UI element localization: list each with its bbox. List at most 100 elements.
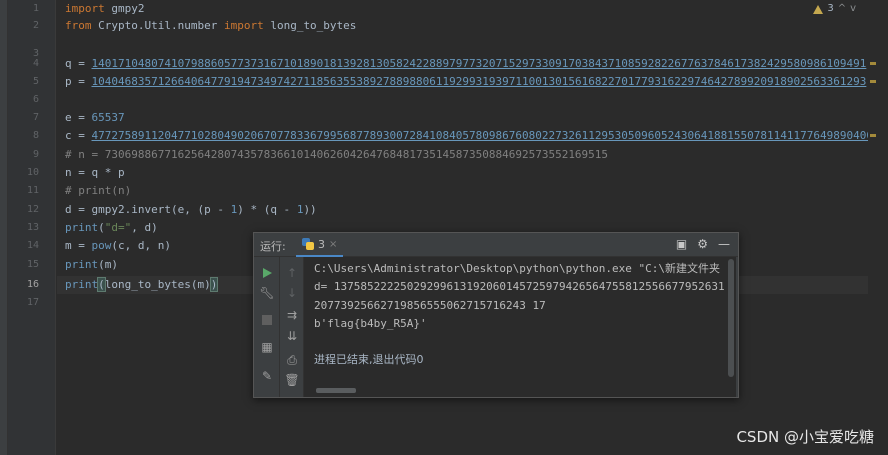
matched-bracket: ) xyxy=(209,277,219,292)
warning-icon xyxy=(813,4,824,14)
code-line-12: d = gmpy2.invert(e, (p - 1) * (q - 1)) xyxy=(65,201,317,219)
code-line-15: print(m) xyxy=(65,256,118,274)
code-line-10: n = q * p xyxy=(65,166,125,179)
editor-scrollbar[interactable] xyxy=(868,0,878,455)
pin-icon[interactable]: ✎ xyxy=(259,368,275,384)
code-text: (m) xyxy=(98,258,118,271)
rerun-button[interactable] xyxy=(259,265,275,281)
wrench-icon[interactable]: 🔧︎ xyxy=(259,285,275,301)
close-icon[interactable]: × xyxy=(329,239,337,250)
code-line-9: # n = 7306988677162564280743578366101406… xyxy=(65,148,609,161)
trash-icon[interactable]: 🗑︎ xyxy=(284,372,300,388)
code-line-13: print("d=", d) xyxy=(65,219,158,237)
string-literal: "d=" xyxy=(104,221,132,234)
line-number-gutter: 1 2 3 4 5 6 7 8 9 10 11 12 13 14 15 16 1… xyxy=(8,0,56,455)
code-text: ) * (q - xyxy=(237,203,297,216)
line-number: 7 xyxy=(32,112,39,123)
stop-button[interactable] xyxy=(259,312,275,328)
code-text: long_to_bytes(m) xyxy=(104,278,211,291)
code-line-7: e = 65537 xyxy=(65,109,125,127)
run-toolbar-secondary: ↑ ↓ ⇉ ⇊ ⎙ 🗑︎ xyxy=(280,257,304,397)
console-vertical-scrollbar[interactable] xyxy=(728,259,734,377)
console-line: d= 1375852222502929961319206014572597942… xyxy=(314,280,725,293)
text-caret xyxy=(217,279,219,291)
code-text: m = xyxy=(65,239,92,252)
line-number: 10 xyxy=(26,167,39,178)
play-icon xyxy=(262,268,272,278)
code-text: d = gmpy2.invert(e, (p - xyxy=(65,203,231,216)
inspection-widget[interactable]: 3 ^ v xyxy=(813,2,856,16)
arrow-up-icon[interactable]: ↑ xyxy=(284,265,300,281)
builtin-function: print xyxy=(65,258,99,271)
run-title: 运行: xyxy=(260,240,286,253)
matched-bracket: ( xyxy=(97,277,106,292)
left-tool-strip xyxy=(0,0,8,455)
console-line: b'flag{b4by_R5A}' xyxy=(314,317,427,330)
line-number: 4 xyxy=(32,58,39,69)
code-line-1: import gmpy2 xyxy=(65,0,145,18)
line-number: 13 xyxy=(26,222,39,233)
code-text: )) xyxy=(303,203,317,216)
number-literal: 1401710480741079886057737316710189018139… xyxy=(91,57,867,70)
code-text: long_to_bytes xyxy=(263,19,357,32)
console-line: 进程已结束,退出代码0 xyxy=(314,353,424,366)
run-header: 运行: 3 × ▣ ⚙ — xyxy=(254,233,738,257)
number-literal: 4772758911204771028049020670778336799568… xyxy=(91,129,879,142)
run-toolbar-primary: 🔧︎ ▦ ✎ xyxy=(254,257,280,397)
python-icon xyxy=(302,238,314,250)
builtin-function: print xyxy=(65,278,99,291)
line-number: 1 xyxy=(32,3,39,14)
warning-marker[interactable] xyxy=(870,80,876,83)
line-number: 2 xyxy=(32,20,39,31)
watermark: CSDN @小宝爱吃糖 xyxy=(736,428,874,446)
code-line-14: m = pow(c, d, n) xyxy=(65,237,171,255)
line-number: 17 xyxy=(26,297,39,308)
code-line-5: p = 104046835712664064779194734974271185… xyxy=(65,73,866,91)
warning-count: 3 xyxy=(827,3,834,14)
console-line: 20773925662719856555062715716243 17 xyxy=(314,299,546,312)
chevron-down-icon[interactable]: v xyxy=(850,2,856,16)
arrow-down-icon[interactable]: ↓ xyxy=(284,285,300,301)
console-horizontal-scrollbar[interactable] xyxy=(316,388,356,393)
code-line-8: c = 477275891120477102804902067077833679… xyxy=(65,127,878,145)
code-text: Crypto.Util.number xyxy=(91,19,224,32)
code-text: (c, d, n) xyxy=(111,239,171,252)
code-line-2: from Crypto.Util.number import long_to_b… xyxy=(65,17,356,35)
run-tool-window: 运行: 3 × ▣ ⚙ — 🔧︎ ▦ ✎ ↑ ↓ ⇉ ⇊ ⎙ 🗑︎ C:\Use… xyxy=(253,232,739,398)
line-number: 9 xyxy=(32,149,39,160)
soft-wrap-icon[interactable]: ⇉ xyxy=(284,307,300,323)
line-number: 14 xyxy=(26,240,39,251)
line-number: 15 xyxy=(26,259,39,270)
code-line-11: # print(n) xyxy=(65,184,132,197)
line-number: 8 xyxy=(32,130,39,141)
code-text: gmpy2 xyxy=(104,2,145,15)
keyword: import xyxy=(65,2,105,15)
window-layout-icon[interactable]: ▣ xyxy=(676,237,687,251)
run-header-actions: ▣ ⚙ — xyxy=(676,237,730,251)
line-number-current: 16 xyxy=(26,279,39,290)
keyword: import xyxy=(223,19,264,32)
code-text: p = xyxy=(65,75,92,88)
scroll-to-end-icon[interactable]: ⇊ xyxy=(284,328,300,344)
warning-marker[interactable] xyxy=(870,134,876,137)
gear-icon[interactable]: ⚙ xyxy=(697,237,708,251)
line-number: 12 xyxy=(26,204,39,215)
code-text: e = xyxy=(65,111,92,124)
layout-icon[interactable]: ▦ xyxy=(259,339,275,355)
warning-marker[interactable] xyxy=(870,62,876,65)
code-text: c = xyxy=(65,129,92,142)
number-literal: 65537 xyxy=(91,111,125,124)
line-number: 6 xyxy=(32,94,39,105)
builtin-function: print xyxy=(65,221,99,234)
stop-icon xyxy=(262,315,272,325)
keyword: from xyxy=(65,19,92,32)
chevron-up-icon[interactable]: ^ xyxy=(838,2,846,16)
code-text: q = xyxy=(65,57,92,70)
minimize-icon[interactable]: — xyxy=(718,237,730,251)
code-text: , d) xyxy=(131,221,158,234)
print-icon[interactable]: ⎙ xyxy=(284,352,300,368)
console-output[interactable]: C:\Users\Administrator\Desktop\python\py… xyxy=(304,257,736,397)
code-text: ( xyxy=(98,221,105,234)
run-tab[interactable]: 3 × xyxy=(296,233,344,257)
line-number: 5 xyxy=(32,76,39,87)
